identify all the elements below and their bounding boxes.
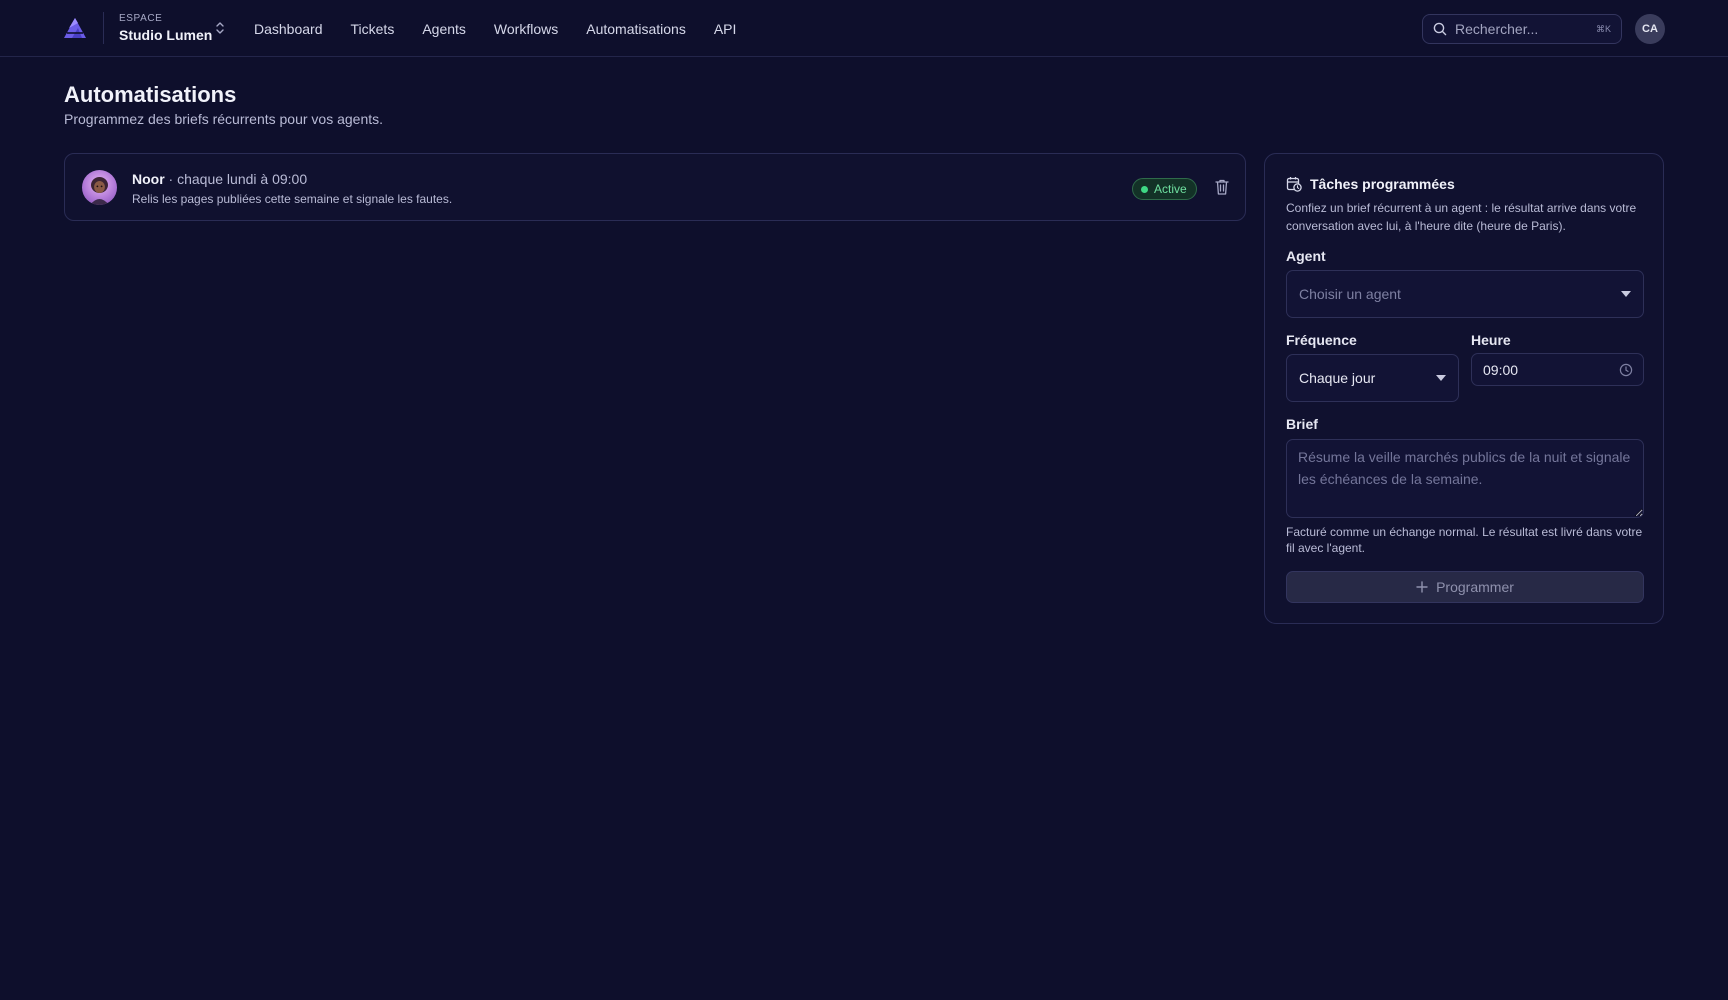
frequency-label: Fréquence — [1286, 332, 1357, 348]
schedule-button-label: Programmer — [1436, 579, 1514, 595]
workspace-label: ESPACE — [119, 13, 163, 24]
nav-dashboard[interactable]: Dashboard — [254, 21, 323, 37]
workspace-name: Studio Lumen — [119, 27, 213, 43]
frequency-select[interactable]: Chaque jour — [1286, 354, 1459, 402]
trash-icon[interactable] — [1214, 178, 1230, 196]
panel-title: Tâches programmées — [1310, 176, 1455, 192]
status-badge: Active — [1132, 178, 1197, 200]
task-heading: Noor · chaque lundi à 09:00 — [132, 171, 307, 187]
chevron-down-icon — [1621, 291, 1631, 297]
status-dot — [1141, 185, 1148, 193]
agent-avatar — [82, 170, 117, 205]
main-nav: Dashboard Tickets Agents Workflows Autom… — [254, 0, 736, 57]
search-shortcut: ⌘K — [1595, 23, 1611, 34]
brief-label: Brief — [1286, 416, 1318, 432]
task-schedule: · chaque lundi à 09:00 — [164, 171, 308, 187]
search-input[interactable] — [1455, 21, 1596, 37]
agent-label: Agent — [1286, 248, 1326, 264]
time-label: Heure — [1471, 332, 1511, 348]
panel-description: Confiez un brief récurrent à un agent : … — [1286, 201, 1637, 233]
agent-portrait-icon — [90, 177, 109, 205]
agent-select-placeholder: Choisir un agent — [1299, 286, 1401, 302]
brief-textarea[interactable] — [1286, 439, 1644, 518]
nav-agents[interactable]: Agents — [422, 21, 466, 37]
nav-automatisations[interactable]: Automatisations — [586, 21, 686, 37]
task-description: Relis les pages publiées cette semaine e… — [132, 192, 453, 206]
agent-select[interactable]: Choisir un agent — [1286, 270, 1644, 318]
page-title: Automatisations — [64, 82, 237, 107]
top-navigation-bar: ESPACE Studio Lumen Dashboard Tickets Ag… — [0, 0, 1728, 57]
workspace-switcher[interactable]: ESPACE Studio Lumen — [119, 13, 229, 45]
calendar-clock-icon — [1286, 177, 1302, 192]
search-box[interactable]: ⌘K — [1422, 14, 1622, 44]
panel-heading: Tâches programmées — [1286, 176, 1455, 192]
nav-tickets[interactable]: Tickets — [351, 21, 395, 37]
frequency-select-value: Chaque jour — [1299, 370, 1376, 386]
schedule-task-panel: Tâches programmées Confiez un brief récu… — [1264, 153, 1664, 624]
workspace-divider — [103, 12, 104, 44]
task-agent-name: Noor — [132, 171, 165, 187]
app-logo-icon[interactable] — [63, 17, 87, 39]
plus-icon — [1416, 581, 1428, 593]
clock-icon[interactable] — [1619, 363, 1633, 377]
user-avatar[interactable]: CA — [1635, 14, 1665, 44]
scheduled-task-card[interactable]: Noor · chaque lundi à 09:00 Relis les pa… — [64, 153, 1246, 221]
schedule-button[interactable]: Programmer — [1286, 571, 1644, 603]
billing-note: Facturé comme un échange normal. Le résu… — [1286, 525, 1643, 555]
page-subtitle: Programmez des briefs récurrents pour vo… — [64, 111, 384, 127]
nav-api[interactable]: API — [714, 21, 737, 37]
chevron-up-down-icon — [216, 22, 224, 34]
search-icon — [1433, 22, 1447, 36]
nav-workflows[interactable]: Workflows — [494, 21, 558, 37]
time-input[interactable]: 09:00 — [1471, 353, 1644, 386]
chevron-down-icon — [1436, 375, 1446, 381]
time-input-value: 09:00 — [1483, 361, 1519, 378]
status-label: Active — [1154, 182, 1187, 196]
